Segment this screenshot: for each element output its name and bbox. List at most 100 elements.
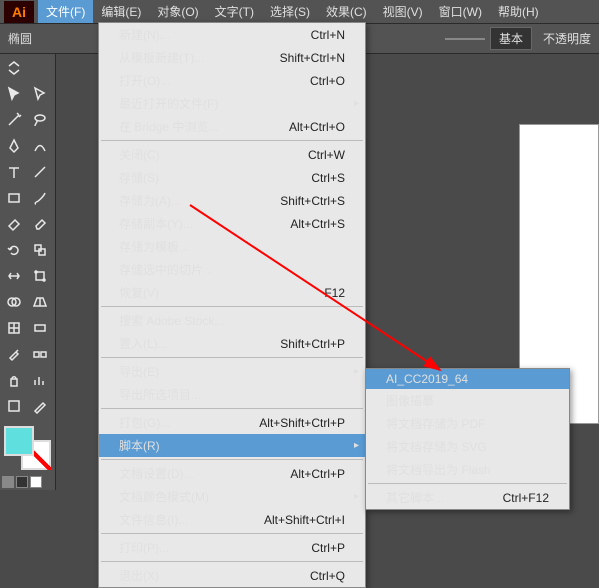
file-menu-item-shortcut: Ctrl+O — [310, 74, 345, 88]
swatch-gradient[interactable] — [16, 476, 28, 488]
mesh-tool[interactable] — [2, 316, 26, 340]
app-logo-text: Ai — [12, 4, 26, 20]
file-menu-item-shortcut: Ctrl+W — [308, 148, 345, 162]
scripts-item-3[interactable]: 将文档存储为 SVG — [366, 435, 569, 458]
file-menu-item-shortcut: Alt+Ctrl+S — [290, 217, 345, 231]
scripts-item-6[interactable]: 其它脚本...Ctrl+F12 — [366, 486, 569, 509]
artboard-tool[interactable] — [2, 394, 26, 418]
file-menu-item-11[interactable]: 存储选中的切片... — [99, 258, 365, 281]
free-transform-tool[interactable] — [28, 264, 52, 288]
file-menu-item-shortcut: Shift+Ctrl+N — [280, 51, 345, 65]
file-menu-item-1[interactable]: 从模板新建(T)... Shift+Ctrl+N — [99, 46, 365, 69]
rotate-tool[interactable] — [2, 238, 26, 262]
slice-tool[interactable] — [28, 394, 52, 418]
file-menu-item-9[interactable]: 存储副本(Y)...Alt+Ctrl+S — [99, 212, 365, 235]
rectangle-tool[interactable] — [2, 186, 26, 210]
lasso-tool[interactable] — [28, 108, 52, 132]
curvature-tool[interactable] — [28, 134, 52, 158]
menu-file[interactable]: 文件(F) — [38, 0, 93, 23]
magic-wand-tool[interactable] — [2, 108, 26, 132]
file-menu-item-7[interactable]: 存储(S)Ctrl+S — [99, 166, 365, 189]
file-menu-item-label: 从模板新建(T)... — [119, 49, 204, 66]
scripts-item-0[interactable]: AI_CC2019_64 — [366, 369, 569, 389]
file-menu-item-12: 恢复(V)F12 — [99, 281, 365, 304]
file-menu-item-0[interactable]: 新建(N)...Ctrl+N — [99, 23, 365, 46]
eraser-tool[interactable] — [28, 212, 52, 236]
file-menu-item-shortcut: Shift+Ctrl+S — [280, 194, 345, 208]
file-menu-item-17[interactable]: 导出(E)▸ — [99, 360, 365, 383]
shape-builder-tool[interactable] — [2, 290, 26, 314]
perspective-tool[interactable] — [28, 290, 52, 314]
file-menu-item-shortcut: Ctrl+Q — [310, 569, 345, 583]
file-menu-item-label: 打印(P)... — [119, 539, 169, 556]
scripts-item-1[interactable]: 图像描摹 — [366, 389, 569, 412]
menu-select[interactable]: 选择(S) — [262, 0, 318, 23]
scripts-submenu: AI_CC2019_64图像描摹将文档存储为 PDF将文档存储为 SVG将文档导… — [365, 368, 570, 510]
file-menu-item-20[interactable]: 打包(G)...Alt+Shift+Ctrl+P — [99, 411, 365, 434]
file-menu-item-15[interactable]: 置入(L)...Shift+Ctrl+P — [99, 332, 365, 355]
width-tool[interactable] — [2, 264, 26, 288]
file-menu-item-shortcut: Ctrl+S — [311, 171, 345, 185]
direct-selection-tool[interactable] — [28, 82, 52, 106]
file-menu-item-23[interactable]: 文档设置(D)... Alt+Ctrl+P — [99, 462, 365, 485]
gradient-tool[interactable] — [28, 316, 52, 340]
menubar-row: Ai 文件(F)编辑(E)对象(O)文字(T)选择(S)效果(C)视图(V)窗口… — [0, 0, 599, 24]
scripts-item-4[interactable]: 将文档导出为 Flash — [366, 458, 569, 481]
swatch-none[interactable] — [30, 476, 42, 488]
stroke-preview[interactable] — [445, 38, 485, 40]
file-menu-item-27[interactable]: 打印(P)...Ctrl+P — [99, 536, 365, 559]
file-menu-item-29[interactable]: 退出(X)Ctrl+Q — [99, 564, 365, 587]
file-menu-item-shortcut: Alt+Ctrl+P — [290, 467, 345, 481]
menu-object[interactable]: 对象(O) — [149, 0, 206, 23]
file-menu-separator — [101, 561, 363, 562]
line-tool[interactable] — [28, 160, 52, 184]
file-menu-item-6[interactable]: 关闭(C) Ctrl+W — [99, 143, 365, 166]
file-menu-item-14[interactable]: 搜索 Adobe Stock... — [99, 309, 365, 332]
foreground-color[interactable] — [4, 426, 34, 456]
file-menu-item-21[interactable]: 脚本(R)▸ — [99, 434, 365, 457]
selection-tool[interactable] — [2, 82, 26, 106]
column-graph-tool[interactable] — [28, 368, 52, 392]
scripts-item-shortcut: Ctrl+F12 — [503, 491, 549, 505]
pen-tool[interactable] — [2, 134, 26, 158]
paintbrush-tool[interactable] — [28, 186, 52, 210]
file-menu-item-25[interactable]: 文件信息(I)... Alt+Shift+Ctrl+I — [99, 508, 365, 531]
symbol-sprayer-tool[interactable] — [2, 368, 26, 392]
menu-type[interactable]: 文字(T) — [207, 0, 262, 23]
menu-edit[interactable]: 编辑(E) — [93, 0, 149, 23]
file-menu-item-label: 关闭(C) — [119, 146, 160, 163]
file-menu-item-18[interactable]: 导出所选项目... — [99, 383, 365, 406]
eyedropper-tool[interactable] — [2, 342, 26, 366]
shaper-tool[interactable] — [2, 212, 26, 236]
file-menu-item-label: 最近打开的文件(F) — [119, 95, 218, 112]
mini-swatches[interactable] — [2, 476, 42, 488]
tools-panel — [0, 54, 56, 490]
file-menu-item-label: 文档颜色模式(M) — [119, 488, 209, 505]
menu-window[interactable]: 窗口(W) — [431, 0, 490, 23]
blend-tool[interactable] — [28, 342, 52, 366]
file-menu-item-label: 文件信息(I)... — [119, 511, 188, 528]
file-menu-item-10[interactable]: 存储为模板... — [99, 235, 365, 258]
collapse-icon[interactable] — [2, 56, 26, 80]
color-swatch-box[interactable] — [2, 424, 53, 472]
scripts-item-2[interactable]: 将文档存储为 PDF — [366, 412, 569, 435]
file-menu-item-8[interactable]: 存储为(A)...Shift+Ctrl+S — [99, 189, 365, 212]
file-menu-item-label: 文档设置(D)... — [119, 465, 194, 482]
swatch-fill[interactable] — [2, 476, 14, 488]
submenu-arrow-icon: ▸ — [354, 491, 359, 502]
menu-help[interactable]: 帮助(H) — [490, 0, 547, 23]
menu-view[interactable]: 视图(V) — [375, 0, 431, 23]
submenu-arrow-icon: ▸ — [354, 98, 359, 109]
file-menu-item-2[interactable]: 打开(O)... Ctrl+O — [99, 69, 365, 92]
file-menu-item-label: 打开(O)... — [119, 72, 170, 89]
menubar: 文件(F)编辑(E)对象(O)文字(T)选择(S)效果(C)视图(V)窗口(W)… — [38, 0, 547, 23]
file-menu-item-shortcut: Alt+Shift+Ctrl+I — [264, 513, 345, 527]
scale-tool[interactable] — [28, 238, 52, 262]
file-menu-item-label: 打包(G)... — [119, 414, 170, 431]
file-menu-item-3[interactable]: 最近打开的文件(F) ▸ — [99, 92, 365, 115]
menu-effect[interactable]: 效果(C) — [318, 0, 375, 23]
file-menu-item-24[interactable]: 文档颜色模式(M) ▸ — [99, 485, 365, 508]
file-menu-item-shortcut: F12 — [324, 286, 345, 300]
type-tool[interactable] — [2, 160, 26, 184]
stroke-style-dropdown[interactable]: 基本 — [490, 27, 532, 50]
